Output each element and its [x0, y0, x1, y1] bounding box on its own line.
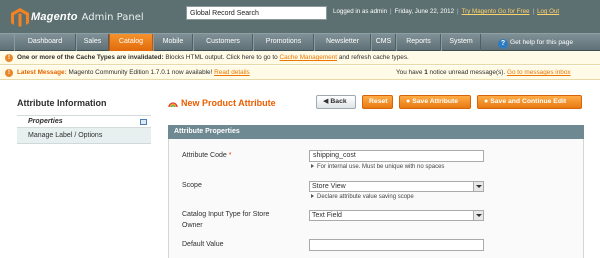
sidebar-title: Attribute Information [17, 98, 107, 108]
attribute-code-input[interactable]: shipping_cost [309, 150, 484, 162]
back-arrow-icon: ◀ [323, 98, 329, 105]
cache-notice-tail: and refresh cache types. [337, 54, 409, 61]
cache-notice: ! One or more of the Cache Types are inv… [0, 51, 600, 65]
logged-in-text: Logged in as admin [333, 8, 388, 15]
tab-properties[interactable]: Properties [17, 115, 151, 128]
logout-link[interactable]: Log Out [537, 8, 559, 15]
latest-message-notice: ! Latest Message: Magento Community Edit… [0, 66, 600, 80]
global-search-input[interactable]: Global Record Search [186, 6, 327, 20]
cache-notice-bold: One or more of the Cache Types are inval… [17, 54, 164, 61]
messages-inbox-link[interactable]: Go to messages inbox [507, 69, 571, 76]
try-magento-go-link[interactable]: Try Magento Go for Free [462, 8, 530, 15]
magento-logo-icon [11, 7, 29, 27]
latest-message-text: Magento Community Edition 1.7.0.1 now av… [66, 69, 215, 76]
nav-item-reports[interactable]: Reports [396, 34, 441, 51]
chevron-down-icon [473, 211, 483, 220]
scope-select[interactable]: Store View [309, 181, 484, 192]
back-button[interactable]: ◀ Back [316, 95, 356, 109]
warning-icon: ! [5, 69, 13, 77]
attribute-code-label: Attribute Code * [182, 152, 231, 159]
logo-subtitle: Admin Panel [81, 11, 144, 23]
section-title: Attribute Properties [168, 125, 584, 139]
default-value-label: Default Value [182, 241, 224, 248]
reset-button[interactable]: Reset [362, 95, 393, 109]
logo-word: Magento [31, 11, 78, 23]
header-links: Logged in as admin | Friday, June 22, 2012… [333, 8, 560, 15]
save-and-continue-label: Save and Continue Edit [490, 98, 567, 105]
help-label: Get help for this page [510, 39, 574, 46]
warning-icon: ! [5, 54, 13, 62]
nav-item-newsletter[interactable]: Newsletter [314, 34, 371, 51]
attribute-code-label-text: Attribute Code [182, 152, 227, 159]
tab-manage-label-options[interactable]: Manage Label / Options [17, 128, 151, 144]
save-attribute-button[interactable]: ● Save Attribute [399, 95, 471, 109]
unread-prefix: You have [396, 69, 425, 76]
magento-logo[interactable]: Magento Admin Panel [11, 7, 144, 27]
scope-label: Scope [182, 182, 202, 189]
scope-note: Declare attribute value saving scope [311, 194, 414, 200]
cache-management-link[interactable]: Cache Management [279, 54, 337, 61]
main-nav: Dashboard Sales Catalog Mobile Customers… [0, 33, 600, 51]
required-mark: * [228, 152, 232, 159]
nav-item-promotions[interactable]: Promotions [253, 34, 314, 51]
cache-notice-text: Blocks HTML output. Click here to go to [163, 54, 280, 61]
read-details-link[interactable]: Read details [214, 69, 250, 76]
nav-item-dashboard[interactable]: Dashboard [14, 34, 76, 51]
scope-select-value: Store View [312, 183, 346, 190]
help-link[interactable]: ? Get help for this page [498, 36, 573, 50]
page-title: New Product Attribute [168, 98, 276, 108]
save-continue-icon: ● [484, 98, 489, 105]
unread-mid: notice unread message(s). [427, 69, 507, 76]
nav-item-sales[interactable]: Sales [76, 34, 109, 51]
input-type-select[interactable]: Text Field [309, 210, 484, 221]
nav-item-cms[interactable]: CMS [371, 34, 396, 51]
save-icon: ● [406, 98, 411, 105]
nav-item-mobile[interactable]: Mobile [153, 34, 193, 51]
default-value-input[interactable] [309, 239, 484, 251]
chevron-down-icon [473, 182, 483, 191]
save-attribute-label: Save Attribute [412, 98, 459, 105]
back-button-label: Back [330, 98, 347, 105]
rainbow-icon [168, 101, 178, 107]
input-type-label-line2: Owner [182, 222, 203, 229]
help-icon: ? [498, 39, 508, 49]
tab-state-icon [140, 119, 147, 125]
latest-message-label: Latest Message: [17, 69, 67, 76]
attribute-code-note: For internal use. Must be unique with no… [311, 164, 444, 170]
page-title-text: New Product Attribute [181, 98, 276, 108]
nav-item-customers[interactable]: Customers [193, 34, 253, 51]
input-type-select-value: Text Field [312, 212, 342, 219]
nav-item-system[interactable]: System [441, 34, 481, 51]
input-type-label-line1: Catalog Input Type for Store [182, 211, 270, 218]
tab-properties-label: Properties [28, 118, 63, 125]
header: Magento Admin Panel Global Record Search… [0, 0, 600, 33]
date-text: Friday, June 22, 2012 [394, 8, 455, 15]
save-and-continue-button[interactable]: ● Save and Continue Edit [477, 95, 582, 109]
unread-messages-text: You have 1 notice unread message(s). Go … [396, 66, 571, 79]
nav-item-catalog[interactable]: Catalog [109, 34, 153, 51]
